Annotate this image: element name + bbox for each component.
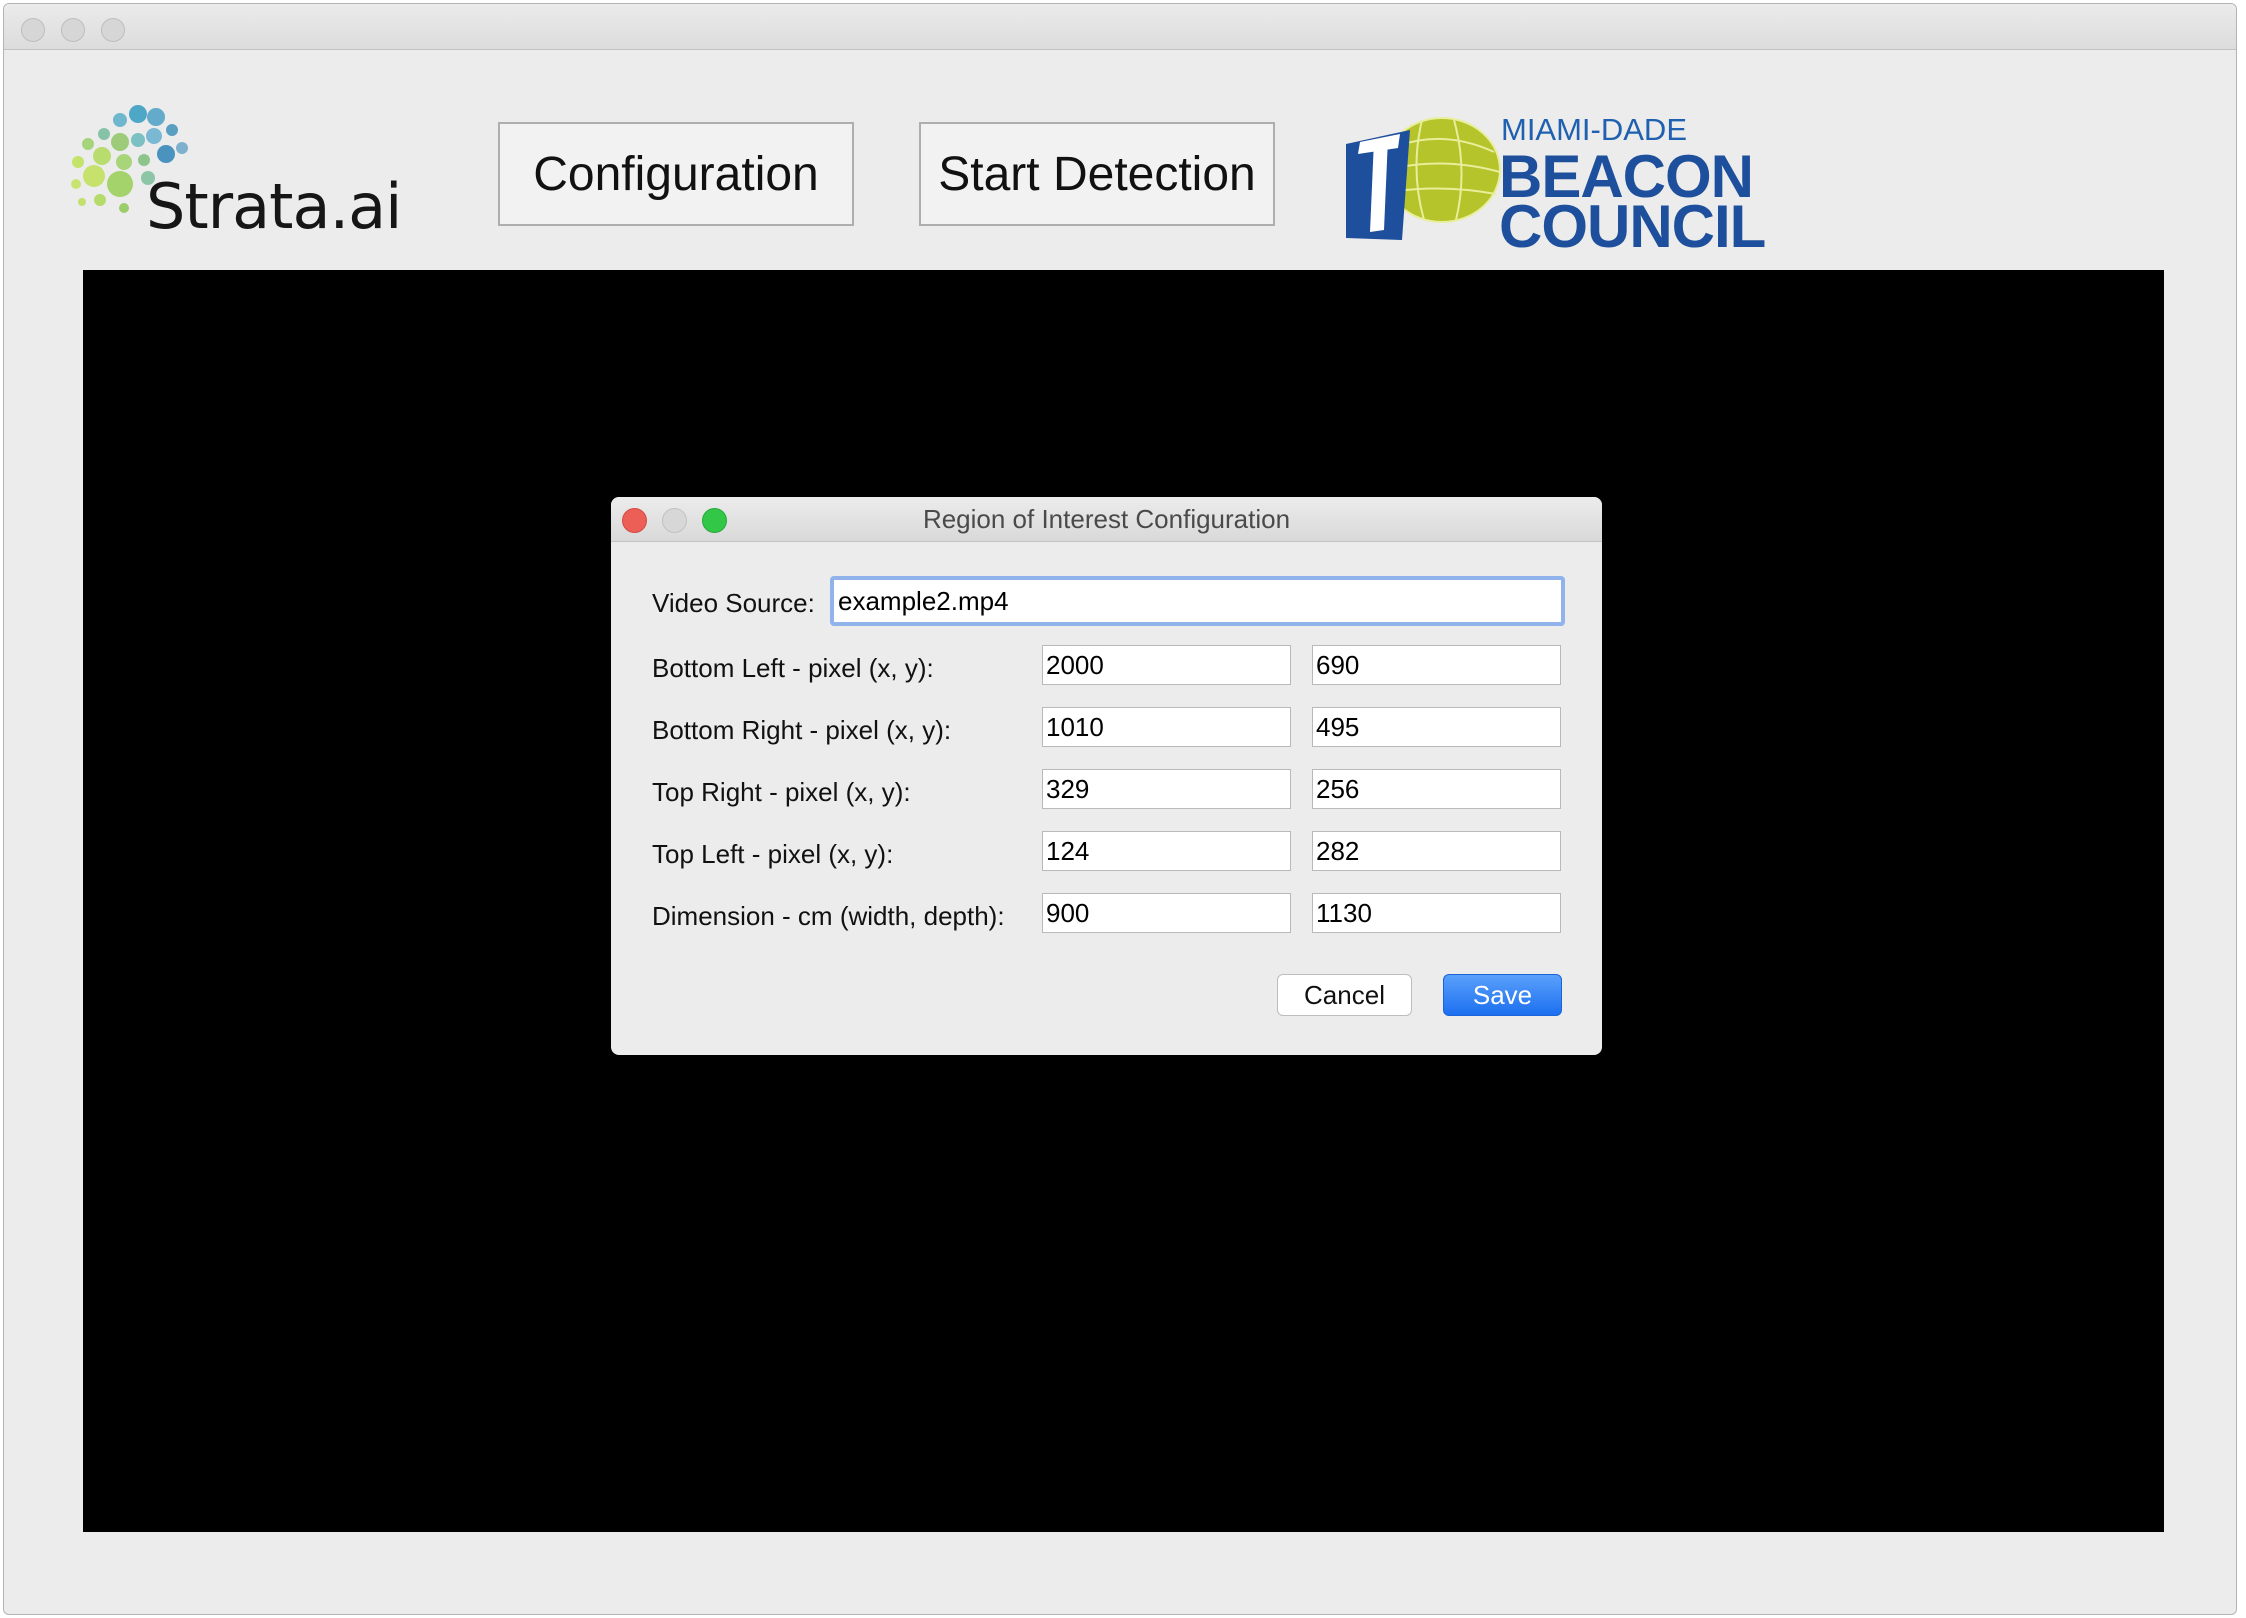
video-source-input[interactable] xyxy=(830,576,1565,626)
zoom-window-icon[interactable] xyxy=(101,18,125,42)
beacon-globe-icon xyxy=(1346,117,1501,240)
video-source-label: Video Source: xyxy=(652,588,815,618)
bottom-right-x-input[interactable] xyxy=(1042,707,1291,747)
top-right-label: Top Right - pixel (x, y): xyxy=(652,777,911,807)
dialog-title: Region of Interest Configuration xyxy=(922,504,1291,534)
strata-logo: Strata.ai xyxy=(64,104,404,244)
dimension-label: Dimension - cm (width, depth): xyxy=(652,901,1005,931)
dimension-width-input[interactable] xyxy=(1042,893,1291,933)
close-window-icon[interactable] xyxy=(21,18,45,42)
beacon-council-logo: MIAMI-DADE BEACON COUNCIL xyxy=(1344,108,1784,260)
roi-config-dialog: Region of Interest Configuration Video S… xyxy=(611,497,1602,1055)
top-left-y-input[interactable] xyxy=(1312,831,1561,871)
beacon-line3: COUNCIL xyxy=(1499,193,1766,260)
top-left-label: Top Left - pixel (x, y): xyxy=(652,839,894,869)
bottom-left-label: Bottom Left - pixel (x, y): xyxy=(652,653,934,683)
top-left-x-input[interactable] xyxy=(1042,831,1291,871)
bottom-left-x-input[interactable] xyxy=(1042,645,1291,685)
dimension-depth-input[interactable] xyxy=(1312,893,1561,933)
strata-logo-text: Strata.ai xyxy=(146,170,402,243)
bottom-right-y-input[interactable] xyxy=(1312,707,1561,747)
window-titlebar xyxy=(4,4,2236,50)
cancel-button[interactable]: Cancel xyxy=(1277,974,1412,1016)
bottom-right-label: Bottom Right - pixel (x, y): xyxy=(652,715,952,745)
bottom-left-y-input[interactable] xyxy=(1312,645,1561,685)
dialog-titlebar: Region of Interest Configuration xyxy=(611,497,1602,542)
top-right-y-input[interactable] xyxy=(1312,769,1561,809)
start-detection-button[interactable]: Start Detection xyxy=(919,122,1275,226)
top-right-x-input[interactable] xyxy=(1042,769,1291,809)
save-button[interactable]: Save xyxy=(1443,974,1562,1016)
main-window: Strata.ai Configuration Start Detection … xyxy=(3,3,2237,1615)
minimize-window-icon[interactable] xyxy=(61,18,85,42)
configuration-button[interactable]: Configuration xyxy=(498,122,854,226)
